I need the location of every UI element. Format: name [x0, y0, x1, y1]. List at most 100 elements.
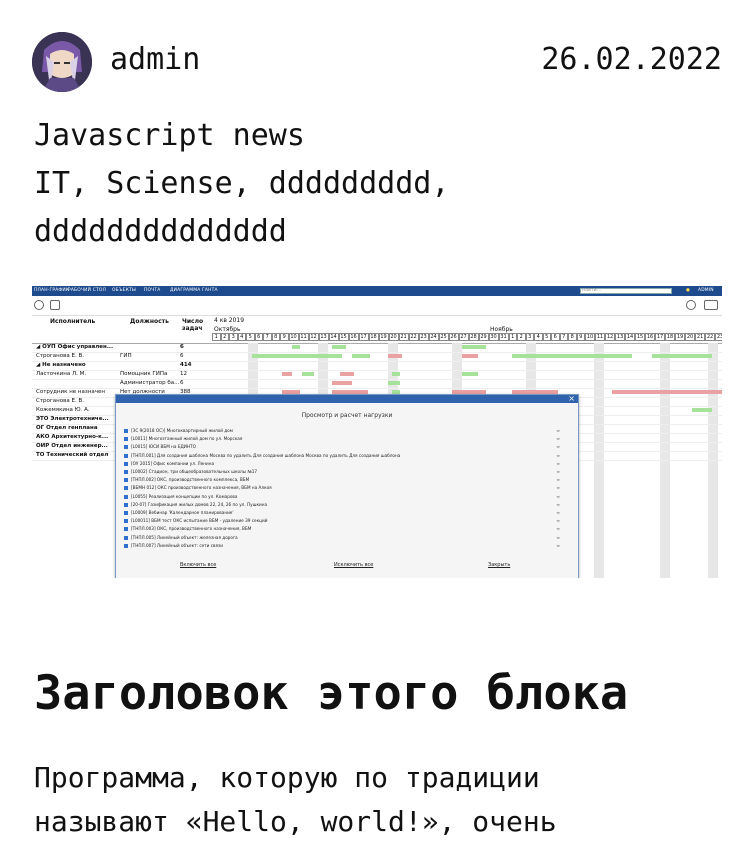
project-checkbox-item[interactable]: [L0011] Многоэтажный жилой дом по ул. Мо… [124, 435, 564, 442]
day-cell: 20 [685, 333, 695, 341]
gantt-screenshot: ПЛАН-ГРАФИК РАБОЧИЙ СТОЛ ОБЪЕКТЫ ПОЧТА Д… [32, 286, 722, 578]
project-checkbox-item[interactable]: [ЗС 9(2018 ОС)] Многоквартирный жилой до… [124, 427, 564, 434]
project-checkbox-item[interactable]: [ТНПЛ.005] Линейный объект: железная дор… [124, 534, 564, 541]
load-bar [302, 372, 314, 376]
checkbox-icon[interactable] [124, 470, 128, 474]
row-task-count: 6 [180, 353, 184, 359]
user-dot-icon: ● [686, 288, 691, 293]
menu-item[interactable]: ОБЪЕКТЫ [112, 288, 136, 293]
month-label: Ноябрь [490, 326, 513, 333]
day-cell: 7 [263, 333, 272, 341]
day-cell: 6 [551, 333, 560, 341]
section-paragraph: Программа, которую по традиции называют … [34, 756, 724, 844]
database-icon[interactable] [34, 300, 44, 310]
project-checkbox-item[interactable]: [20-07] Газификация жилых домов 22, 24, … [124, 501, 564, 508]
close-icon[interactable]: × [568, 394, 575, 403]
toggle-icon[interactable]: ⇔ [557, 468, 560, 475]
load-bar [462, 345, 486, 349]
day-cell: 1 [508, 333, 517, 341]
toggle-icon[interactable]: ⇔ [557, 435, 560, 442]
day-cell: 25 [438, 333, 449, 341]
project-checkbox-item[interactable]: [L00011] ВБМ тест ОКС испытание ВБМ - уд… [124, 517, 564, 524]
checkbox-icon[interactable] [124, 461, 128, 466]
include-all-button[interactable]: Включить все [180, 562, 216, 568]
toggle-icon[interactable]: ⇔ [557, 525, 560, 532]
project-checkbox-item[interactable]: [ОУ 2015] Офис компании ул. Ленина ⇔ [124, 460, 564, 467]
toggle-icon[interactable]: ⇔ [557, 534, 560, 541]
user-name[interactable]: ADMIN [698, 288, 714, 293]
toggle-icon[interactable]: ⇔ [557, 443, 560, 450]
close-button[interactable]: Закрыть [488, 562, 510, 568]
project-checkbox-item[interactable]: [ТНПЛ.007] Линейный объект: сети связи ⇔ [124, 542, 564, 549]
toggle-icon[interactable]: ⇔ [557, 493, 560, 500]
layers-icon[interactable] [50, 300, 60, 310]
month-label: Октябрь [214, 326, 241, 333]
gear-icon[interactable] [686, 300, 696, 310]
day-cell: 10 [585, 333, 595, 341]
app-menu-bar: ПЛАН-ГРАФИК РАБОЧИЙ СТОЛ ОБЪЕКТЫ ПОЧТА Д… [32, 286, 722, 296]
checkbox-icon[interactable] [124, 478, 128, 483]
toggle-icon[interactable]: ⇔ [557, 542, 560, 549]
column-header: Число задач [182, 318, 204, 332]
checkbox-icon[interactable] [124, 453, 128, 458]
menu-item[interactable]: ДИАГРАММА ГАНТА [170, 288, 218, 293]
day-cell: 20 [388, 333, 399, 341]
day-cell: 23 [715, 333, 722, 341]
dialog-titlebar: × [116, 394, 578, 403]
project-checkbox-item[interactable]: [L0002] Стадион, три общеобразовательных… [124, 468, 564, 475]
menu-item[interactable]: ПЛАН-ГРАФИК [34, 288, 69, 293]
day-cell: 4 [237, 333, 246, 341]
toggle-icon[interactable]: ⇔ [557, 427, 560, 434]
checkbox-icon[interactable] [124, 527, 128, 532]
toggle-icon[interactable]: ⇔ [557, 517, 560, 524]
load-bar [392, 372, 400, 376]
toggle-icon[interactable]: ⇔ [557, 460, 560, 467]
checkbox-icon[interactable] [124, 429, 128, 433]
row-executor: ОИР Отдел инженер... [36, 443, 108, 449]
project-checkbox-item[interactable]: [L0055] Реализация концепции по ул. Кома… [124, 493, 564, 500]
row-executor: Строганова Е. В. [36, 353, 84, 359]
day-cell: 5 [542, 333, 551, 341]
row-executor: АКО Архитектурно-к... [36, 434, 109, 440]
row-executor: ОГ Отдел генплана [36, 425, 98, 431]
checkbox-icon[interactable] [124, 543, 128, 548]
project-label: [ЗС 9(2018 ОС)] Многоквартирный жилой до… [131, 428, 233, 433]
project-checkbox-item[interactable]: [ТНПЛ.001] Для создания шаблона Москва п… [124, 452, 564, 459]
author-name[interactable]: admin [110, 43, 200, 77]
checkbox-icon[interactable] [124, 519, 128, 524]
toggle-icon[interactable]: ⇔ [557, 484, 560, 491]
menu-icon[interactable] [704, 300, 718, 310]
checkbox-icon[interactable] [124, 445, 128, 450]
day-cell: 16 [645, 333, 655, 341]
checkbox-icon[interactable] [124, 486, 128, 491]
author-avatar[interactable] [32, 32, 92, 92]
project-checkbox-item[interactable]: [L0009] Вебинар 'Календарное планировани… [124, 509, 564, 516]
menu-item[interactable]: ПОЧТА [144, 288, 160, 293]
day-cell: 14 [625, 333, 635, 341]
project-checkbox-item[interactable]: [ТНПЛ.003] ОКС, производственного назнач… [124, 525, 564, 532]
day-cell: 16 [348, 333, 359, 341]
post-title[interactable]: Javascript news IT, Sciense, ddddddddd, … [34, 112, 724, 256]
project-checkbox-item[interactable]: [ТНПЛ.002] ОКС, производственного компле… [124, 476, 564, 483]
row-task-count: 6 [180, 344, 184, 350]
load-bar [692, 408, 712, 412]
checkbox-icon[interactable] [124, 494, 128, 499]
exclude-all-button[interactable]: Исключить все [334, 562, 373, 568]
load-bar [252, 354, 342, 358]
toggle-icon[interactable]: ⇔ [557, 452, 560, 459]
row-executor: Кожемякина Ю. А. [36, 407, 90, 413]
checkbox-icon[interactable] [124, 535, 128, 540]
project-checkbox-item[interactable]: [ВБМН 012] ОКС производственного назначе… [124, 484, 564, 491]
toggle-icon[interactable]: ⇔ [557, 509, 560, 516]
toggle-icon[interactable]: ⇔ [557, 476, 560, 483]
checkbox-icon[interactable] [124, 502, 128, 507]
day-cell: 13 [318, 333, 329, 341]
checkbox-icon[interactable] [124, 437, 128, 442]
day-cell: 11 [298, 333, 309, 341]
toggle-icon[interactable]: ⇔ [557, 501, 560, 508]
load-bar [388, 381, 400, 385]
checkbox-icon[interactable] [124, 511, 128, 515]
day-cell: 12 [605, 333, 615, 341]
menu-item[interactable]: РАБОЧИЙ СТОЛ [68, 288, 106, 293]
project-checkbox-item[interactable]: [L0015] ЮСИ ВБМ на ЕДИНТО ⇔ [124, 443, 564, 450]
